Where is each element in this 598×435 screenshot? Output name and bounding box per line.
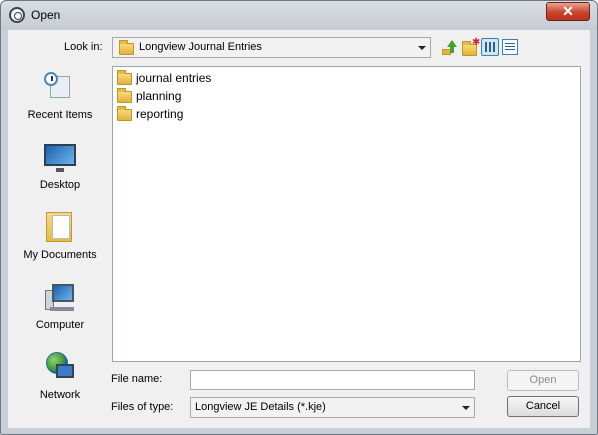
file-name: reporting bbox=[136, 107, 184, 121]
place-label: Computer bbox=[35, 319, 85, 331]
list-view-icon[interactable] bbox=[481, 38, 499, 56]
desktop-icon bbox=[44, 142, 76, 174]
file-type-value: Longview JE Details (*.kje) bbox=[195, 401, 326, 413]
look-in-label: Look in: bbox=[64, 41, 103, 53]
folder-icon bbox=[117, 88, 132, 103]
file-list[interactable]: journal entries planning reporting bbox=[112, 66, 581, 362]
close-icon: ✕ bbox=[562, 3, 574, 19]
file-type-label: Files of type: bbox=[111, 401, 174, 413]
close-button[interactable]: ✕ bbox=[546, 2, 590, 21]
folder-icon bbox=[117, 106, 132, 121]
place-label: Recent Items bbox=[27, 109, 93, 121]
title-bar[interactable]: Open ✕ bbox=[1, 1, 597, 29]
window-title: Open bbox=[31, 8, 61, 22]
folder-icon bbox=[117, 70, 132, 85]
place-label: Desktop bbox=[39, 179, 81, 191]
place-my-documents[interactable]: My Documents bbox=[8, 202, 112, 268]
file-type-select[interactable]: Longview JE Details (*.kje) bbox=[190, 397, 475, 418]
app-icon bbox=[9, 7, 25, 23]
recent-items-icon bbox=[44, 72, 76, 104]
file-name: planning bbox=[136, 89, 182, 103]
file-name: journal entries bbox=[136, 71, 212, 85]
open-dialog: Open ✕ Look in: Longview Journal Entries… bbox=[0, 0, 598, 435]
network-icon bbox=[44, 352, 76, 384]
details-view-icon[interactable] bbox=[502, 39, 518, 55]
look-in-value: Longview Journal Entries bbox=[139, 41, 262, 53]
place-label: My Documents bbox=[23, 249, 97, 261]
place-desktop[interactable]: Desktop bbox=[8, 132, 112, 198]
computer-icon bbox=[44, 282, 76, 314]
folder-icon bbox=[119, 40, 134, 55]
open-button[interactable]: Open bbox=[507, 370, 579, 391]
place-network[interactable]: Network bbox=[8, 342, 112, 408]
place-label: Network bbox=[39, 389, 81, 401]
dialog-body: Look in: Longview Journal Entries ✱ Rece… bbox=[8, 30, 590, 428]
chevron-down-icon bbox=[418, 46, 426, 50]
place-computer[interactable]: Computer bbox=[8, 272, 112, 338]
file-name-field[interactable] bbox=[190, 370, 475, 390]
up-one-level-icon[interactable] bbox=[442, 39, 458, 55]
my-documents-icon bbox=[44, 212, 76, 244]
places-bar: Recent Items Desktop My Documents Comput… bbox=[8, 62, 108, 422]
look-in-combo[interactable]: Longview Journal Entries bbox=[112, 37, 431, 58]
file-name-label: File name: bbox=[111, 373, 163, 385]
place-recent-items[interactable]: Recent Items bbox=[8, 62, 112, 128]
new-folder-icon[interactable]: ✱ bbox=[462, 37, 480, 56]
chevron-down-icon bbox=[462, 406, 470, 410]
cancel-button[interactable]: Cancel bbox=[507, 396, 579, 417]
